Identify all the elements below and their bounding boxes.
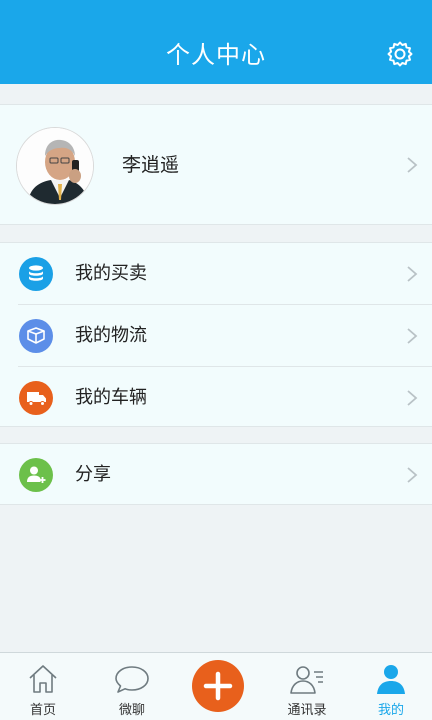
home-icon [29,665,57,693]
app-header: 个人中心 [0,0,432,84]
menu-item-label: 我的买卖 [75,263,147,284]
page-title: 个人中心 [166,41,266,69]
tab-mine[interactable]: 我的 [348,653,432,720]
chevron-right-icon [407,157,418,173]
menu-list: 我的买卖 我的物流 我的车辆 [0,242,432,427]
avatar [16,127,94,205]
tab-contacts[interactable]: 通讯录 [264,653,350,720]
package-box-icon [19,319,53,353]
profile-row[interactable]: 李逍遥 [0,104,432,225]
share-row[interactable]: 分享 [0,443,432,505]
menu-item-label: 我的物流 [75,325,147,346]
add-button[interactable] [192,660,244,712]
menu-item-logistics[interactable]: 我的物流 [0,305,432,366]
chevron-right-icon [407,390,418,406]
coin-stack-icon [19,257,53,291]
add-user-icon [19,458,53,492]
tab-label: 我的 [377,703,404,718]
truck-icon [19,381,53,415]
menu-item-vehicles[interactable]: 我的车辆 [0,367,432,428]
gear-icon[interactable] [386,40,414,68]
menu-item-label: 我的车辆 [75,387,147,408]
profile-name: 李逍遥 [122,154,180,176]
chat-bubble-icon [115,666,149,693]
tab-home[interactable]: 首页 [0,653,86,720]
contacts-icon [290,666,323,694]
chevron-right-icon [407,266,418,282]
user-icon [377,665,405,694]
tab-label: 通讯录 [287,703,327,718]
chevron-right-icon [407,467,418,483]
menu-item-share[interactable]: 分享 [0,444,432,505]
chevron-right-icon [407,328,418,344]
menu-item-label: 分享 [75,464,111,485]
tab-label: 首页 [29,703,56,718]
tab-label: 微聊 [118,703,145,718]
menu-item-trades[interactable]: 我的买卖 [0,243,432,304]
tab-chat[interactable]: 微聊 [89,653,175,720]
plus-icon [203,671,233,701]
